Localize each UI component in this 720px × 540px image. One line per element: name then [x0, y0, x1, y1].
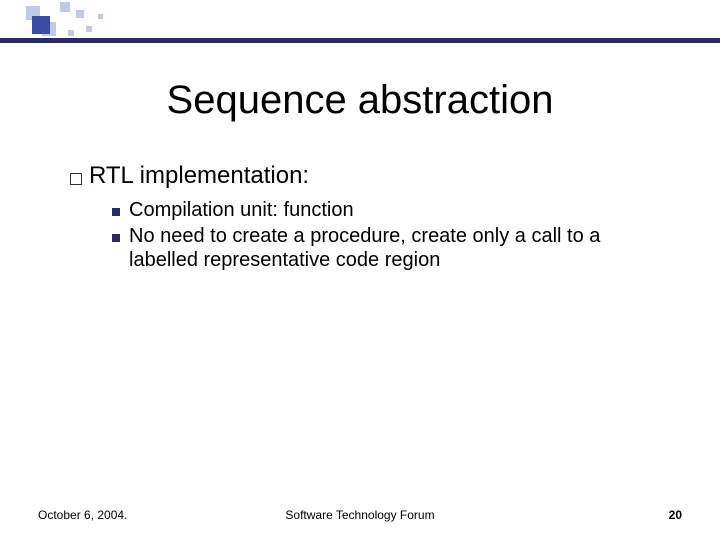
slide-top-decoration: [0, 0, 720, 46]
solid-square-bullet-icon: [112, 208, 120, 216]
hollow-square-bullet-icon: [70, 173, 82, 185]
bullet-level2: Compilation unit: function: [112, 198, 670, 222]
footer-date: October 6, 2004.: [38, 508, 127, 522]
slide-title: Sequence abstraction: [0, 78, 720, 123]
bullet-text: RTL implementation:: [89, 162, 309, 190]
bullet-level2: No need to create a procedure, create on…: [112, 224, 670, 272]
page-number: 20: [669, 508, 682, 522]
bullet-text: No need to create a procedure, create on…: [129, 224, 670, 272]
slide-content: RTL implementation: Compilation unit: fu…: [70, 162, 670, 274]
horizontal-rule: [0, 38, 720, 43]
slide-footer: October 6, 2004. Software Technology For…: [0, 508, 720, 522]
bullet-level1: RTL implementation:: [70, 162, 670, 190]
solid-square-bullet-icon: [112, 234, 120, 242]
bullet-text: Compilation unit: function: [129, 198, 354, 222]
footer-title: Software Technology Forum: [285, 508, 434, 522]
